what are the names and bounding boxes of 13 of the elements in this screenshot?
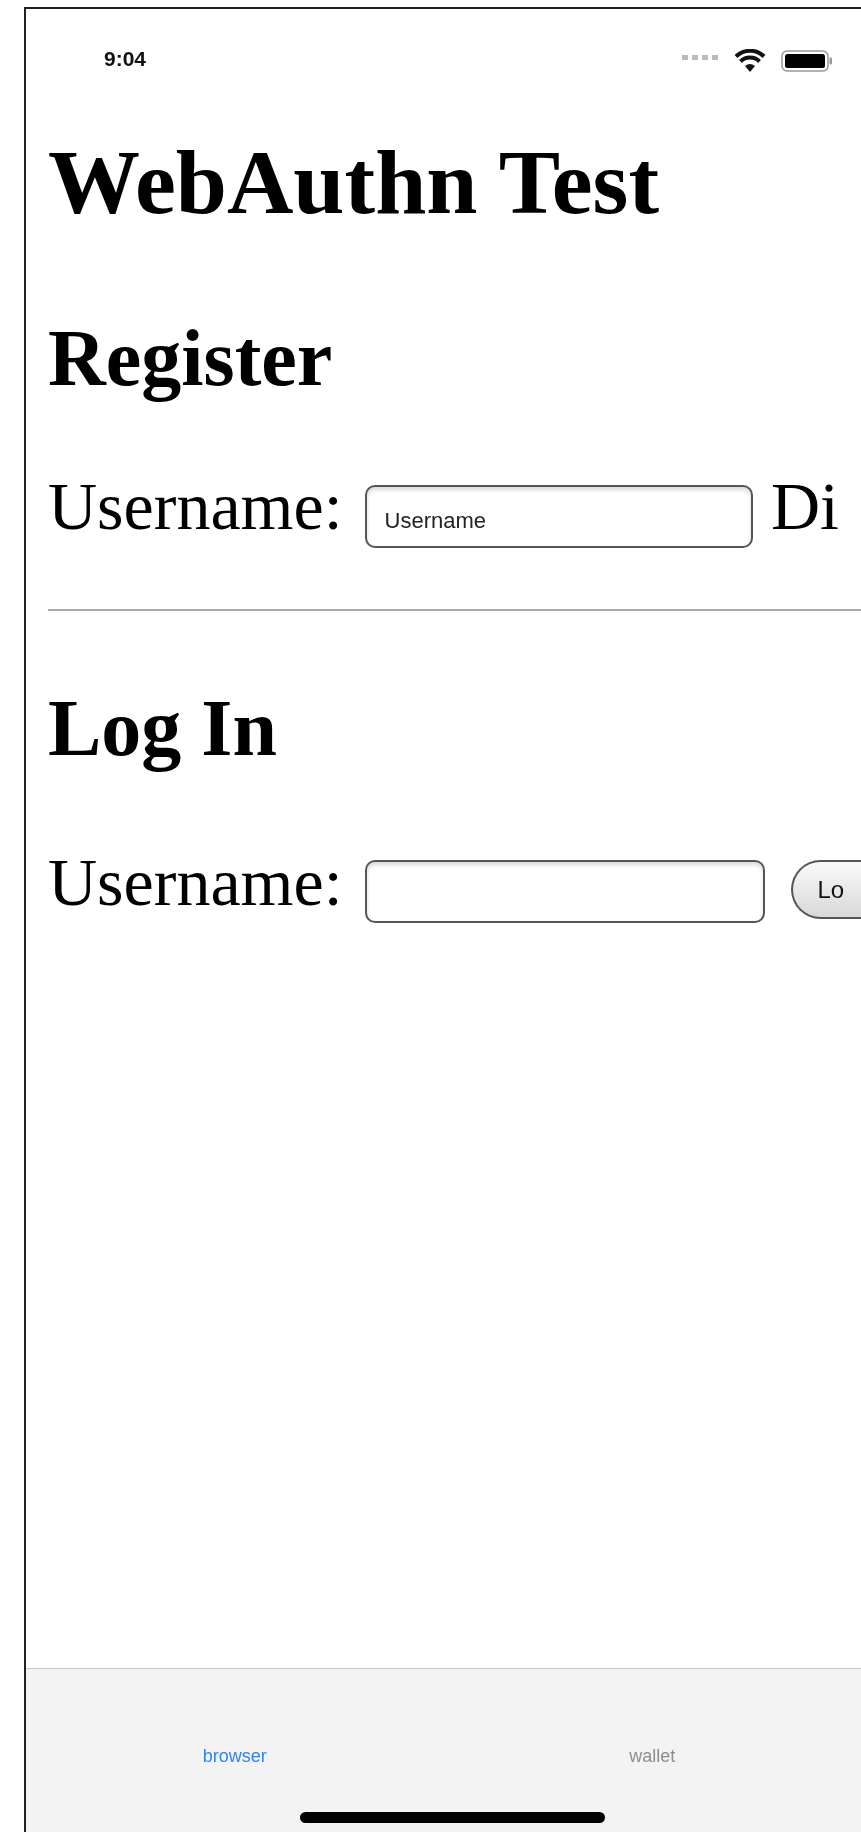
page-title: WebAuthn Test — [48, 136, 661, 228]
username-field[interactable] — [364, 860, 766, 923]
field-label: Username: — [48, 848, 343, 916]
wifi-icon — [734, 49, 766, 73]
field-label: Di — [771, 472, 839, 540]
signal-icon — [682, 52, 719, 60]
battery-icon — [781, 50, 833, 72]
status-time: 9:04 — [104, 47, 147, 71]
field-label: Username: — [48, 472, 343, 540]
login-button[interactable]: Lo — [791, 860, 861, 919]
tab[interactable]: browser — [202, 1745, 267, 1767]
username-field[interactable]: Username — [364, 485, 753, 548]
tab[interactable]: wallet — [629, 1745, 676, 1767]
